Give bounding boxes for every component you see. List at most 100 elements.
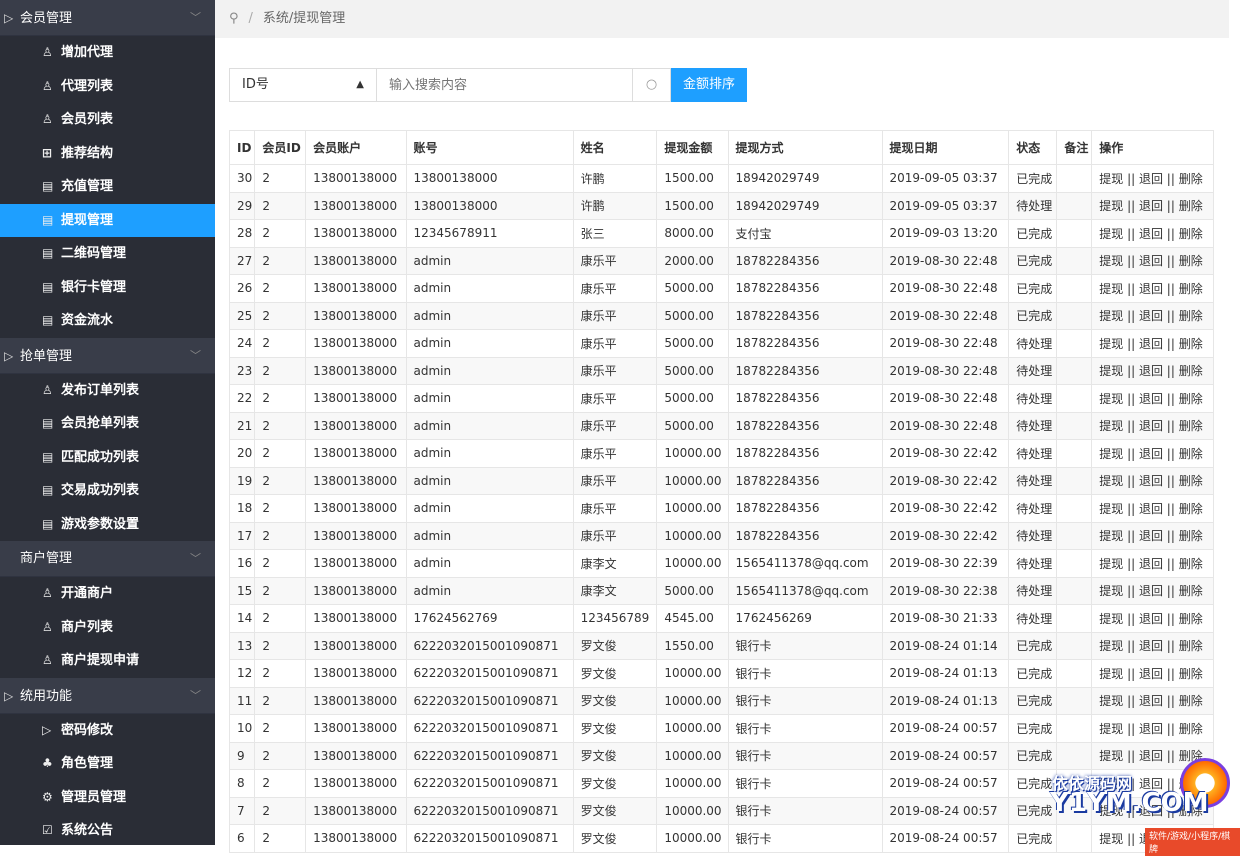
check-icon: ☑	[42, 823, 53, 837]
table-cell: 18782284356	[727, 439, 883, 468]
table-cell	[1056, 521, 1093, 550]
sidebar-item[interactable]: ▤ 提现管理	[0, 203, 215, 237]
sidebar-item-label: 交易成功列表	[61, 483, 140, 498]
breadcrumb-text: 系统/提现管理	[262, 11, 346, 26]
column-header: 提现金额	[656, 130, 729, 165]
sidebar-item[interactable]: ♙ 代理列表	[0, 69, 215, 103]
row-actions-links[interactable]: 提现 || 退回 || 删除	[1091, 219, 1214, 248]
sidebar-item[interactable]: ▤ 游戏参数设置	[0, 507, 215, 541]
table-cell: 2019-09-05 03:37	[881, 164, 1010, 193]
table-cell: 13800138000	[305, 191, 407, 220]
sidebar-item[interactable]: ▤ 二维码管理	[0, 237, 215, 271]
doc-icon: ▤	[42, 483, 54, 497]
row-actions-links[interactable]: 提现 || 退回 || 删除	[1091, 191, 1214, 220]
row-actions-links[interactable]: 提现 || 退回 || 删除	[1091, 659, 1214, 688]
sidebar-group[interactable]: ▷ 抢单管理 ﹀	[0, 337, 215, 374]
table-cell: 已完成	[1008, 164, 1058, 193]
table-cell	[1056, 356, 1093, 385]
sidebar-group[interactable]: 商户管理 ﹀	[0, 541, 215, 577]
table-cell: 康乐平	[572, 521, 658, 550]
sidebar-item[interactable]: ⚙ 管理员管理	[0, 780, 215, 814]
sidebar-group-label: 抢单管理	[20, 348, 73, 364]
table-cell: 19	[228, 466, 256, 495]
table-cell	[1056, 686, 1093, 715]
sidebar-item[interactable]: ▤ 会员抢单列表	[0, 407, 215, 441]
table-cell: 9	[228, 741, 256, 770]
sidebar-item[interactable]: ⊞ 推荐结构	[0, 136, 215, 170]
table-cell: 待处理	[1008, 411, 1058, 440]
row-actions-links[interactable]: 提现 || 退回 || 删除	[1091, 576, 1214, 605]
row-actions-links[interactable]: 提现 || 退回 || 删除	[1091, 246, 1214, 275]
row-actions-links[interactable]: 提现 || 退回 || 删除	[1091, 439, 1214, 468]
sidebar-item[interactable]: ♣ 角色管理	[0, 747, 215, 781]
table-cell: 康乐平	[572, 411, 658, 440]
sidebar-item[interactable]: ▤ 充值管理	[0, 170, 215, 204]
sidebar-item[interactable]: ♙ 发布订单列表	[0, 373, 215, 407]
table-cell	[1056, 274, 1093, 303]
location-pin-icon: ⚲	[229, 11, 239, 26]
row-actions-links[interactable]: 提现 || 退回 || 删除	[1091, 521, 1214, 550]
search-field-select[interactable]: ID号 ▲	[229, 68, 377, 102]
row-actions-links[interactable]: 提现 || 退回 || 删除	[1091, 411, 1214, 440]
sidebar-item[interactable]: ▤ 交易成功列表	[0, 474, 215, 508]
row-actions-links[interactable]: 提现 || 退回 || 删除	[1091, 686, 1214, 715]
table-row: 19 2 13800138000 admin 康乐平 10000.00 1878228435…	[228, 466, 1214, 495]
row-actions-links[interactable]: 提现 || 退回 || 删除	[1091, 631, 1214, 660]
row-actions-links[interactable]: 提现 || 退回 || 删除	[1091, 466, 1214, 495]
table-cell: 2	[254, 411, 307, 440]
table-cell: 13800138000	[305, 246, 407, 275]
table-cell: 1565411378@qq.com	[727, 549, 883, 578]
table-cell: 6	[228, 824, 256, 853]
search-input[interactable]	[377, 68, 633, 102]
row-actions-links[interactable]: 提现 || 退回 || 删除	[1091, 714, 1214, 743]
table-cell: 许鹏	[572, 164, 658, 193]
table-cell: admin	[405, 439, 574, 468]
sidebar-item[interactable]: ♙ 会员列表	[0, 103, 215, 137]
sidebar-item[interactable]: ♙ 增加代理	[0, 36, 215, 70]
row-actions-links[interactable]: 提现 || 退回 || 删除	[1091, 301, 1214, 330]
breadcrumb: ⚲ / 系统/提现管理	[215, 0, 1229, 38]
table-cell	[1056, 604, 1093, 633]
sidebar-item-label: 会员列表	[61, 112, 114, 127]
sidebar-item[interactable]: ♙ 商户列表	[0, 610, 215, 644]
row-actions-links[interactable]: 提现 || 退回 || 删除	[1091, 604, 1214, 633]
row-actions-links[interactable]: 提现 || 退回 || 删除	[1091, 549, 1214, 578]
table-cell: 10000.00	[656, 796, 729, 825]
row-actions-links[interactable]: 提现 || 退回 || 删除	[1091, 356, 1214, 385]
table-cell: 10000.00	[656, 549, 729, 578]
table-cell: 18782284356	[727, 494, 883, 523]
table-cell: 5000.00	[656, 384, 729, 413]
table-cell	[1056, 246, 1093, 275]
table-cell: 13800138000	[405, 164, 574, 193]
user-icon: ♙	[42, 45, 53, 59]
sidebar-item[interactable]: ▤ 匹配成功列表	[0, 440, 215, 474]
table-cell: 10000.00	[656, 769, 729, 798]
table-cell: 13800138000	[305, 411, 407, 440]
row-actions-links[interactable]: 提现 || 退回 || 删除	[1091, 274, 1214, 303]
row-actions-links[interactable]: 提现 || 退回 || 删除	[1091, 329, 1214, 358]
row-actions-links[interactable]: 提现 || 退回 || 删除	[1091, 384, 1214, 413]
table-cell: 待处理	[1008, 329, 1058, 358]
table-header-row: ID 会员ID 会员账户 账号 姓名 提现金额 提现方式 提现日期 状态 备注 操作	[228, 130, 1214, 165]
sidebar-item[interactable]: ☑ 系统公告	[0, 814, 215, 845]
table-cell: 10000.00	[656, 714, 729, 743]
row-actions-links[interactable]: 提现 || 退回 || 删除	[1091, 494, 1214, 523]
table-cell: 2	[254, 329, 307, 358]
table-cell: 2019-09-05 03:37	[881, 191, 1010, 220]
amount-sort-button[interactable]: 金额排序	[671, 68, 748, 102]
table-cell: admin	[405, 329, 574, 358]
sidebar-item[interactable]: ♙ 开通商户	[0, 577, 215, 611]
row-actions-links[interactable]: 提现 || 退回 || 删除	[1091, 164, 1214, 193]
sidebar-item[interactable]: ▤ 银行卡管理	[0, 270, 215, 304]
table-cell: 28	[228, 219, 256, 248]
sidebar-item[interactable]: ▤ 资金流水	[0, 304, 215, 338]
search-icon[interactable]: ○	[633, 68, 671, 102]
sidebar-item[interactable]: ▷ 密码修改	[0, 713, 215, 747]
sidebar-item[interactable]: ♙ 商户提现申请	[0, 644, 215, 678]
sidebar-group[interactable]: ▷ 统用功能 ﹀	[0, 677, 215, 714]
table-cell: 13800138000	[305, 219, 407, 248]
table-cell: admin	[405, 466, 574, 495]
table-cell: 18782284356	[727, 274, 883, 303]
sidebar-group[interactable]: ▷ 会员管理 ﹀	[0, 0, 215, 36]
table-cell: 2019-08-30 22:42	[881, 466, 1010, 495]
